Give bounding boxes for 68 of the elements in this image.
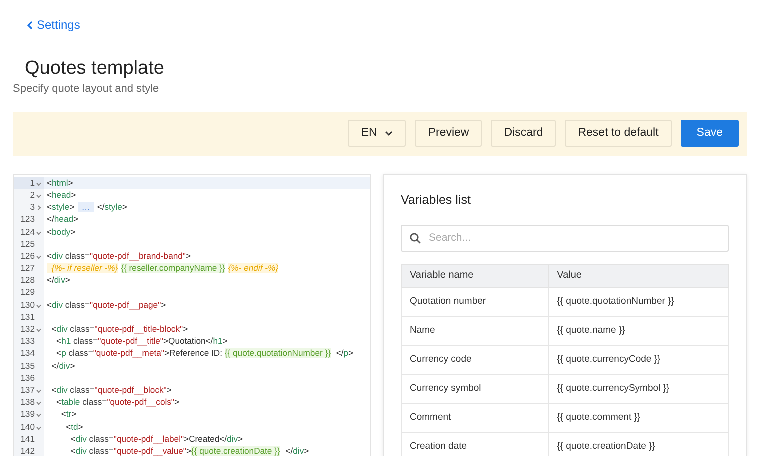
line-number: 131 bbox=[20, 310, 35, 324]
table-cell: {{ quote.currencySymbol }} bbox=[548, 374, 728, 404]
line-number: 138 bbox=[20, 396, 35, 408]
code-line: </head> bbox=[46, 213, 79, 226]
code-line: <style> … </style> bbox=[46, 201, 128, 214]
line-number: 127 bbox=[20, 262, 35, 274]
line-number: 125 bbox=[20, 238, 35, 250]
table-cell: {{ quote.name }} bbox=[548, 316, 728, 346]
code-line: <div class="quote-pdf__block"> bbox=[50, 384, 172, 396]
table-cell: Currency code bbox=[402, 345, 549, 374]
line-number: 2 bbox=[30, 188, 35, 202]
line-number: 3 bbox=[30, 201, 35, 214]
table-cell: Currency symbol bbox=[402, 374, 549, 404]
line-number: 128 bbox=[20, 274, 35, 286]
line-number: 142 bbox=[20, 444, 35, 456]
line-number: 124 bbox=[20, 226, 35, 238]
card-title: Variables list bbox=[401, 192, 472, 208]
table-cell: Name bbox=[402, 316, 549, 346]
line-number: 134 bbox=[20, 347, 35, 360]
line-number: 139 bbox=[20, 408, 35, 421]
code-line: <div class="quote-pdf__title-block"> bbox=[50, 323, 188, 336]
line-number: 132 bbox=[20, 323, 35, 336]
code-line: <div class="quote-pdf__page"> bbox=[46, 298, 166, 311]
line-number: 1 bbox=[30, 176, 35, 189]
search-field[interactable]: Search... bbox=[401, 224, 729, 252]
table-cell: {{ quote.comment }} bbox=[548, 403, 728, 432]
save-button[interactable]: Save bbox=[680, 120, 739, 148]
code-line: {%- if reseller -%} {{ reseller.companyName }} {%- endif -%} bbox=[44, 262, 282, 274]
table-cell: Quotation number bbox=[402, 287, 549, 316]
line-number: 137 bbox=[20, 384, 35, 396]
code-line: <h1 class="quote-pdf__title">Quotation</h1> bbox=[56, 335, 228, 348]
page-title: Quotes template bbox=[25, 58, 166, 80]
toolbar-button[interactable]: Preview bbox=[415, 120, 482, 148]
table-cell: {{ quote.quotationNumber }} bbox=[548, 287, 728, 316]
back-link[interactable]: Settings bbox=[27, 16, 80, 34]
line-number: 129 bbox=[20, 286, 35, 299]
toolbar-button[interactable]: Discard bbox=[491, 120, 556, 148]
code-line: <head> bbox=[46, 188, 76, 202]
column-header: Variable name bbox=[402, 264, 549, 288]
table-cell: Comment bbox=[402, 403, 549, 432]
code-line: <html> bbox=[46, 176, 74, 189]
line-number: 130 bbox=[20, 298, 35, 311]
line-number: 133 bbox=[20, 335, 35, 348]
page-subtitle: Specify quote layout and style bbox=[13, 82, 160, 98]
code-line: <table class="quote-pdf__cols"> bbox=[56, 396, 180, 408]
line-number: 141 bbox=[20, 432, 35, 445]
code-line: </div> bbox=[50, 360, 76, 372]
caret-icon bbox=[385, 131, 394, 136]
line-number: 135 bbox=[20, 360, 35, 372]
line-number: 136 bbox=[20, 372, 35, 384]
code-line: <div class="quote-pdf__label">Created</div> bbox=[70, 432, 244, 445]
chevron-left-icon bbox=[27, 20, 33, 30]
toolbar-button[interactable]: Reset to default bbox=[565, 120, 672, 148]
line-number: 126 bbox=[20, 250, 35, 262]
code-line: <td> bbox=[65, 420, 84, 433]
code-line: </div> bbox=[46, 274, 70, 286]
code-line: <p class="quote-pdf__meta">Reference ID: {{ quote.quotationNumber }} </p> bbox=[56, 347, 354, 360]
search-icon bbox=[410, 232, 421, 244]
code-line: <div class="quote-pdf__brand-band"> bbox=[46, 250, 191, 262]
table-cell: Creation date bbox=[402, 432, 549, 456]
table-cell: {{ quote.currencyCode }} bbox=[548, 345, 728, 374]
code-line: <div class="quote-pdf__value">{{ quote.creationDate }} </div> bbox=[70, 444, 310, 456]
column-header: Value bbox=[548, 264, 728, 288]
line-number: 123 bbox=[20, 213, 35, 226]
line-number: 140 bbox=[20, 420, 35, 433]
language-dropdown[interactable]: EN bbox=[348, 120, 406, 148]
code-line: <tr> bbox=[60, 408, 77, 421]
code-line: <body> bbox=[46, 226, 76, 238]
